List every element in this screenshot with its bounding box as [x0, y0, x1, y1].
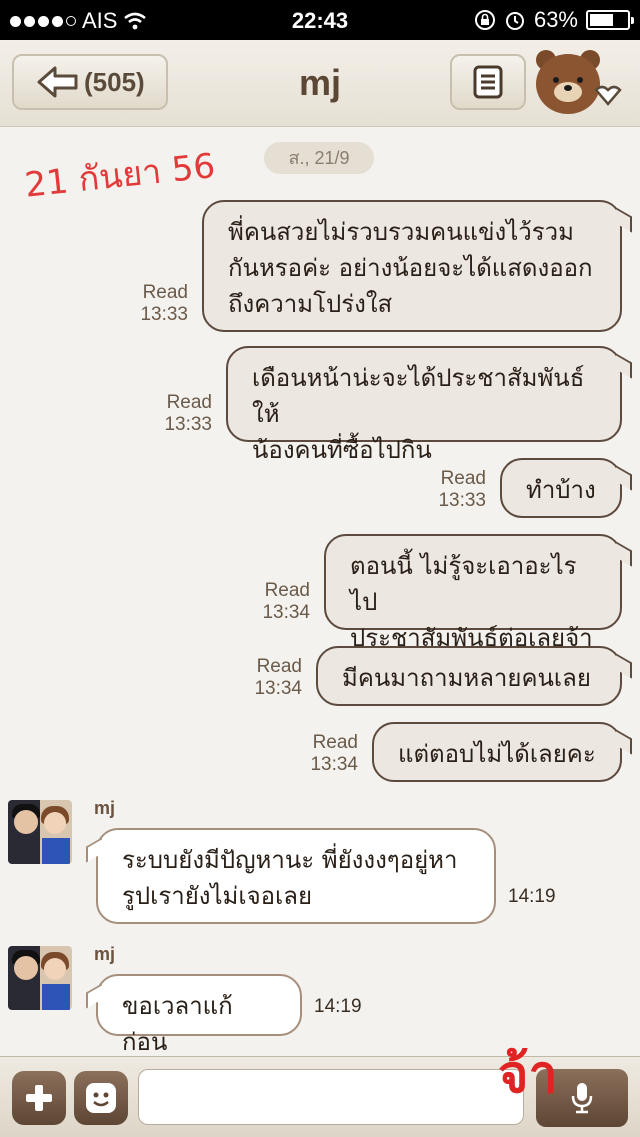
read-receipt: Read 13:34 [244, 656, 302, 700]
read-receipt: Read 13:33 [154, 392, 212, 436]
sticker-bear-button[interactable] [532, 46, 628, 118]
contact-avatar[interactable] [8, 946, 72, 1010]
chat-header: (505) mj [0, 40, 640, 127]
outgoing-message[interactable]: ตอนนี้ ไม่รู้จะเอาอะไรไป ประชาสัมพันธ์ต่… [324, 534, 622, 652]
read-status: Read [166, 392, 212, 413]
status-right-group: 63% [474, 7, 634, 33]
message-input[interactable] [138, 1069, 524, 1125]
read-status: Read [312, 732, 358, 753]
message-time: 14:19 [314, 996, 362, 1017]
message-time: 14:19 [508, 886, 556, 907]
outgoing-message[interactable]: ทำบ้าง [500, 458, 622, 518]
read-status: Read [440, 468, 486, 489]
read-status: Read [264, 580, 310, 601]
message-time: 13:34 [310, 754, 358, 775]
message-time: 13:33 [164, 414, 212, 435]
handwritten-reply-annotation: จ้า [498, 1045, 558, 1105]
message-time: 13:34 [262, 602, 310, 623]
alarm-icon [505, 12, 524, 30]
incoming-message[interactable]: ขอเวลาแก้ก่อน [96, 974, 302, 1056]
outgoing-message[interactable]: พี่คนสวยไม่รวบรวมคนแข่งไว้รวม กันหรอค่ะ … [202, 200, 622, 332]
battery-icon [586, 10, 634, 30]
read-receipt: Read 13:34 [252, 580, 310, 624]
message-time: 13:33 [140, 304, 188, 325]
date-divider: ส., 21/9 [264, 142, 374, 174]
rotation-lock-icon [474, 10, 495, 30]
outgoing-message[interactable]: แต่ตอบไม่ได้เลยคะ [372, 722, 622, 782]
incoming-message[interactable]: ระบบยังมีปัญหานะ พี่ยังงงๆอยู่หา รูปเราย… [96, 828, 496, 924]
contact-avatar[interactable] [8, 800, 72, 864]
outgoing-message[interactable]: เดือนหน้าน่ะจะได้ประชาสัมพันธ์ให้ น้องคน… [226, 346, 622, 464]
read-receipt: Read 13:33 [428, 468, 486, 512]
message-time: 13:33 [438, 490, 486, 511]
handwritten-date-annotation: 21 กันยา 56 [22, 145, 217, 206]
outgoing-message[interactable]: มีคนมาถามหลายคนเลย [316, 646, 622, 706]
read-status: Read [142, 282, 188, 303]
read-receipt: Read 13:34 [300, 732, 358, 776]
message-time: 13:34 [254, 678, 302, 699]
attach-button[interactable] [12, 1071, 66, 1125]
brown-bear-icon [536, 50, 622, 114]
read-receipt: Read 13:33 [130, 282, 188, 326]
smiley-face-icon [86, 1083, 116, 1113]
menu-list-icon [473, 65, 503, 99]
sender-name: mj [94, 798, 116, 818]
microphone-icon [571, 1083, 593, 1114]
status-bar: AIS 22:43 63% [0, 0, 640, 40]
sender-name: mj [94, 944, 116, 964]
read-status: Read [256, 656, 302, 677]
menu-button[interactable] [450, 54, 526, 110]
emoji-button[interactable] [74, 1071, 128, 1125]
plus-icon [26, 1085, 52, 1111]
battery-percent: 63% [533, 7, 578, 32]
